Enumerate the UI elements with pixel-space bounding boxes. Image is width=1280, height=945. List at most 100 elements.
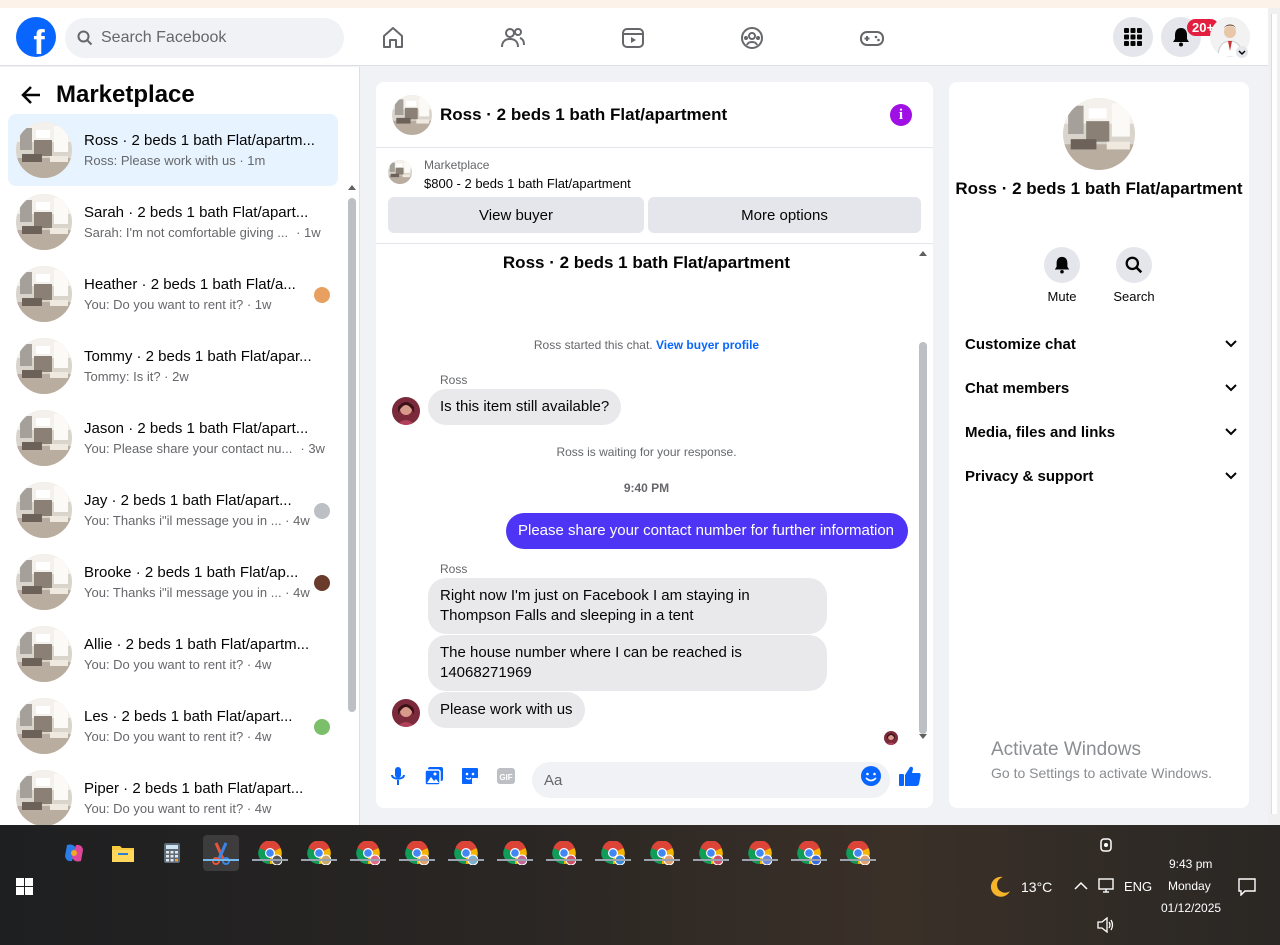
show-hidden-icons-chevron[interactable] [1074, 881, 1088, 891]
emoji-icon[interactable] [859, 764, 883, 788]
video-nav-icon[interactable] [613, 18, 653, 58]
friends-nav-icon[interactable] [493, 18, 533, 58]
search-icon [77, 30, 93, 46]
preview-time: · 1w [296, 225, 321, 240]
running-indicator [497, 859, 533, 861]
conversation-item[interactable]: Tommy · 2 beds 1 bath Flat/apar... Tommy:… [8, 330, 338, 402]
conversation-item[interactable]: Jay · 2 beds 1 bath Flat/apart... You: Th… [8, 474, 338, 546]
copilot-icon[interactable] [56, 835, 92, 871]
thread-scrollbar[interactable] [917, 244, 929, 744]
network-icon[interactable] [1098, 878, 1116, 894]
meet-now-icon[interactable] [1098, 837, 1114, 853]
chrome-profile-icon[interactable] [350, 835, 386, 871]
chat-members-section[interactable]: Chat members [965, 368, 1237, 408]
clock-time[interactable]: 9:43 pm [1169, 857, 1212, 871]
conversation-item[interactable]: Allie · 2 beds 1 bath Flat/apartm... You:… [8, 618, 338, 690]
listing-avatar[interactable] [392, 94, 432, 135]
notification-center-icon[interactable] [1238, 878, 1256, 896]
listing-price[interactable]: $800 - 2 beds 1 bath Flat/apartment [424, 176, 631, 191]
preview-text: You: Do you want to rent it? · 4w [84, 801, 272, 816]
sender-name: Ross [440, 562, 468, 576]
chrome-profile-icon[interactable] [448, 835, 484, 871]
media-files-section[interactable]: Media, files and links [965, 412, 1237, 452]
info-icon[interactable]: i [890, 104, 912, 126]
snipping-tool-icon[interactable] [203, 835, 239, 871]
message-thread: Ross · 2 beds 1 bath Flat/apartment Ross… [376, 243, 933, 745]
message-bubble[interactable]: The house number where I can be reached … [428, 635, 827, 691]
ross-avatar[interactable] [392, 699, 420, 727]
menu-grid-button[interactable] [1113, 17, 1153, 57]
conversation-sidebar: Marketplace Ross · 2 beds 1 bath Flat/ap… [0, 67, 360, 825]
message-bubble[interactable]: Right now I'm just on Facebook I am stay… [428, 578, 827, 634]
conversation-item[interactable]: Sarah · 2 beds 1 bath Flat/apart... Sarah… [8, 186, 338, 258]
back-arrow-icon[interactable] [20, 84, 42, 106]
listing-thumbnail [16, 338, 72, 394]
running-indicator [595, 859, 631, 861]
like-thumb-icon[interactable] [898, 764, 922, 788]
chat-title[interactable]: Ross · 2 beds 1 bath Flat/apartment [440, 105, 727, 125]
search-box[interactable] [65, 18, 344, 58]
search-input[interactable] [101, 29, 321, 47]
page-scrollbar[interactable] [1268, 8, 1280, 825]
chrome-profile-icon[interactable] [742, 835, 778, 871]
view-buyer-button[interactable]: View buyer [388, 197, 644, 233]
conversation-title: Jason · 2 beds 1 bath Flat/apart... [84, 420, 309, 437]
account-chevron-icon[interactable] [1236, 46, 1248, 58]
microphone-icon[interactable] [386, 764, 410, 788]
groups-nav-icon[interactable] [732, 18, 772, 58]
chrome-profile-icon[interactable] [693, 835, 729, 871]
conversation-preview: You: Do you want to rent it? · 4w [84, 801, 316, 816]
sidebar-scrollbar[interactable] [346, 184, 358, 825]
conversation-item[interactable]: Ross · 2 beds 1 bath Flat/apartm... Ross:… [8, 114, 338, 186]
home-nav-icon[interactable] [373, 18, 413, 58]
preview-text: You: Thanks i"il message you in ... · 4w [84, 585, 310, 600]
facebook-logo-icon[interactable]: f [16, 17, 56, 57]
conversation-item[interactable]: Piper · 2 beds 1 bath Flat/apart... You: … [8, 762, 338, 825]
read-receipt-avatar [314, 719, 330, 735]
gaming-nav-icon[interactable] [852, 18, 892, 58]
volume-icon[interactable] [1097, 917, 1115, 933]
chrome-profile-icon[interactable] [840, 835, 876, 871]
clock-date[interactable]: 01/12/2025 [1161, 901, 1221, 915]
message-input[interactable]: Aa [532, 762, 890, 798]
ross-avatar[interactable] [392, 397, 420, 425]
file-explorer-icon[interactable] [105, 835, 141, 871]
more-options-button[interactable]: More options [648, 197, 921, 233]
chrome-profile-icon[interactable] [301, 835, 337, 871]
chrome-profile-icon[interactable] [595, 835, 631, 871]
conversation-item[interactable]: Heather · 2 beds 1 bath Flat/a... You: Do… [8, 258, 338, 330]
moon-weather-icon[interactable] [988, 875, 1012, 899]
started-text: Ross started this chat. [533, 338, 653, 352]
waiting-note: Ross is waiting for your response. [556, 445, 737, 459]
conversation-item[interactable]: Brooke · 2 beds 1 bath Flat/ap... You: Th… [8, 546, 338, 618]
customize-chat-section[interactable]: Customize chat [965, 324, 1237, 364]
preview-text: You: Do you want to rent it? · 4w [84, 729, 272, 744]
calculator-icon[interactable] [154, 835, 190, 871]
section-label: Media, files and links [965, 423, 1116, 441]
mute-action[interactable]: Mute [1022, 247, 1102, 304]
language-indicator[interactable]: ENG [1124, 879, 1152, 894]
chrome-profile-icon[interactable] [791, 835, 827, 871]
chrome-profile-icon[interactable] [497, 835, 533, 871]
conversation-preview: Sarah: I'm not comfortable giving ... · 1… [84, 225, 321, 240]
photo-icon[interactable] [422, 764, 446, 788]
gif-icon[interactable]: GIF [494, 764, 518, 788]
view-buyer-profile-link[interactable]: View buyer profile [656, 338, 759, 352]
conversation-item[interactable]: Jason · 2 beds 1 bath Flat/apart... You: … [8, 402, 338, 474]
message-bubble[interactable]: Please work with us [428, 692, 585, 728]
listing-photo[interactable] [1063, 98, 1135, 170]
sticker-icon[interactable] [458, 764, 482, 788]
my-message-bubble[interactable]: Please share your contact number for fur… [506, 513, 908, 549]
chrome-profile-icon[interactable] [252, 835, 288, 871]
privacy-support-section[interactable]: Privacy & support [965, 456, 1237, 496]
windows-start-icon[interactable] [16, 878, 33, 895]
listing-thumbnail [16, 194, 72, 250]
clock-day[interactable]: Monday [1168, 879, 1211, 893]
chrome-profile-icon[interactable] [399, 835, 435, 871]
chrome-profile-icon[interactable] [546, 835, 582, 871]
message-bubble[interactable]: Is this item still available? [428, 389, 622, 425]
conversation-item[interactable]: Les · 2 beds 1 bath Flat/apart... You: Do… [8, 690, 338, 762]
weather-temp[interactable]: 13°C [1021, 879, 1052, 895]
chrome-profile-icon[interactable] [644, 835, 680, 871]
search-action[interactable]: Search [1094, 247, 1174, 304]
